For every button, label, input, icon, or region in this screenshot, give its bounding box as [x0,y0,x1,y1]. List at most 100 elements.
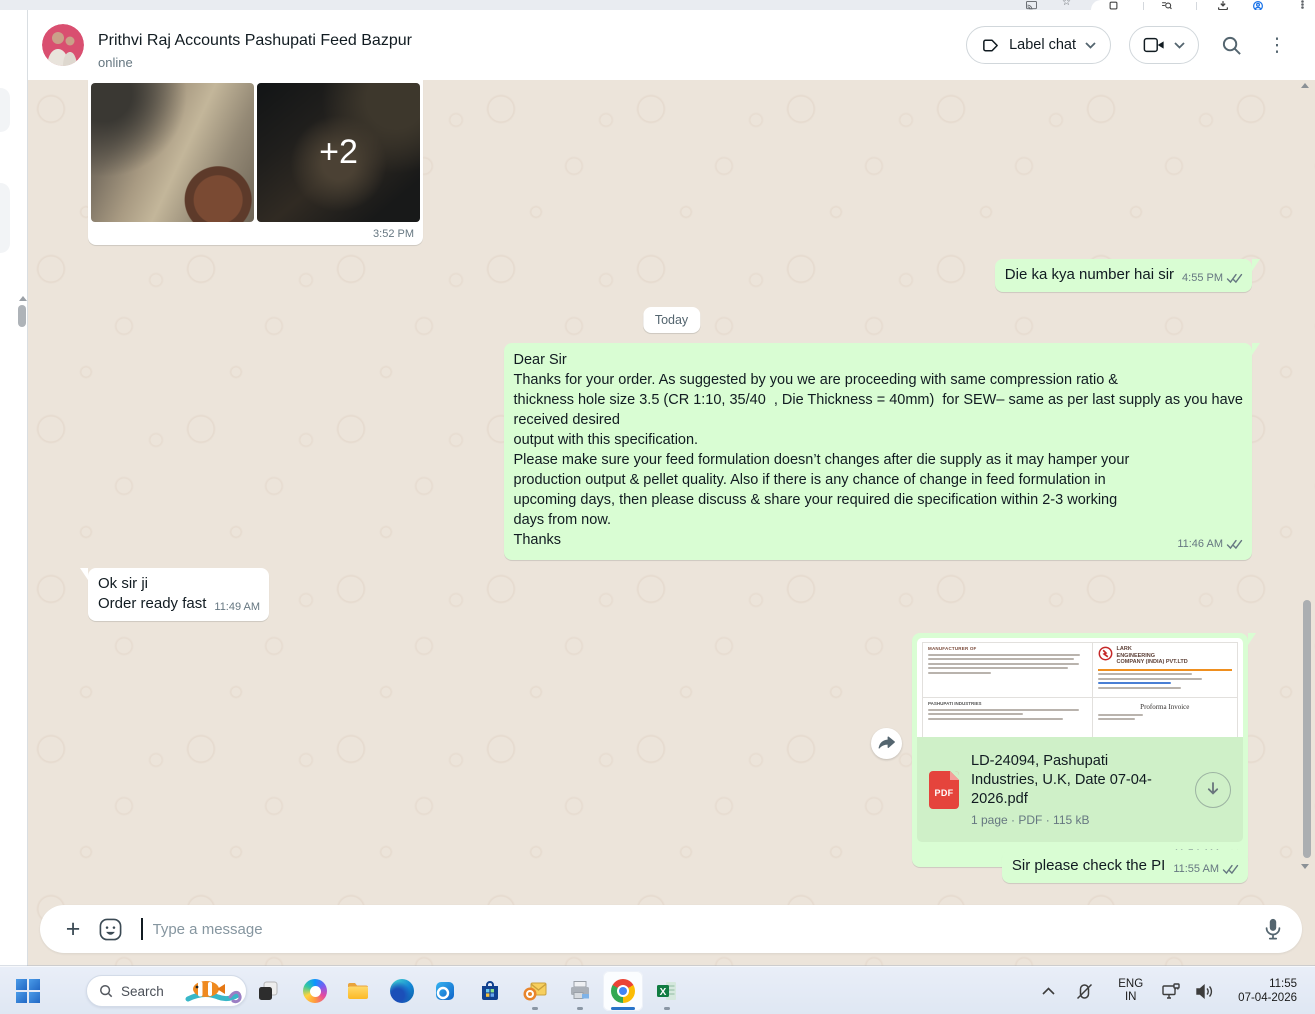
pdf-file-row[interactable]: PDF LD-24094, Pashupati Industries, U.K,… [917,737,1243,842]
windows-taskbar: Search X ENG IN 11:55 07-04-2026 [0,966,1315,1014]
chrome-icon [611,979,635,1003]
copilot-button[interactable] [295,971,335,1011]
outlook-classic-button[interactable] [515,971,555,1011]
label-chat-button[interactable]: Label chat [966,26,1111,64]
preview-doc-title: Proforma Invoice [1140,703,1190,712]
chatlist-item-partial[interactable] [0,183,10,253]
photo-thumbnail-1[interactable] [91,83,254,222]
message-text: Sir please check the PI [1011,857,1166,874]
excel-button[interactable]: X [647,971,687,1011]
contact-name[interactable]: Prithvi Raj Accounts Pashupati Feed Bazp… [98,32,412,50]
tray-mouse-disabled[interactable] [1063,971,1106,1011]
tray-chevron-up[interactable] [1034,971,1063,1011]
lark-logo [1098,646,1112,661]
chrome-button-active[interactable] [603,971,643,1011]
running-indicator [577,1007,583,1010]
message-time: 11:49 AM [214,601,261,613]
pdf-message-bubble[interactable]: MANUFACTURER OF LARK ENGINEERING COMPANY… [871,633,1256,867]
presence-status: online [98,55,133,70]
language-code: ENG [1118,978,1144,990]
message-time: 3:52 PM [373,228,414,240]
running-indicator [532,1007,538,1010]
preview-company-name: LARK ENGINEERING COMPANY (INDIA) PVT.LTD [1116,646,1188,665]
active-window-indicator [611,1007,635,1010]
pdf-file-icon: PDF [929,770,959,809]
photo-message-bubble[interactable]: +2 3:52 PM [88,80,423,245]
voice-message-button[interactable] [1262,917,1284,941]
pdf-filename: LD-24094, Pashupati Industries, U.K, Dat… [971,753,1152,807]
ms-store-button[interactable] [470,971,510,1011]
printer-button[interactable] [560,971,600,1011]
start-button[interactable] [8,971,48,1011]
message-bubble-incoming[interactable]: Ok sir ji Order ready fast 11:49 AM [79,568,270,621]
message-bubble-outgoing[interactable]: Dear Sir Thanks for your order. As sugge… [503,343,1260,560]
search-in-chat-button[interactable] [1217,31,1245,59]
tray-network[interactable] [1155,971,1187,1011]
download-button[interactable] [1195,771,1231,808]
edge-icon [390,979,414,1003]
taskbar-search-box[interactable]: Search [86,975,247,1007]
chatlist-item-partial[interactable] [0,88,10,132]
message-composer: + [40,905,1302,953]
chat-scrollbar-thumb[interactable] [1303,600,1311,858]
emoji-sticker-button[interactable] [98,917,123,942]
file-explorer-icon [348,983,368,999]
search-highlight-fish-art [185,981,242,1004]
outlook-new-button[interactable] [425,971,465,1011]
delivered-ticks-icon [1226,273,1243,284]
message-input[interactable] [152,920,1252,938]
task-view-button[interactable] [248,971,288,1011]
tray-volume[interactable] [1187,971,1222,1011]
tray-language-switcher[interactable]: ENG IN [1106,971,1155,1011]
photo-thumbnail-2[interactable]: +2 [257,83,420,222]
cast-icon[interactable] [1026,1,1037,10]
pdf-badge: PDF [934,787,954,798]
download-tray-icon[interactable] [1218,1,1228,10]
chat-menu-button[interactable]: ⋮ [1263,31,1291,59]
chat-scroll-up-arrow[interactable] [1301,83,1309,88]
excel-icon: X [657,982,676,1000]
message-bubble-outgoing[interactable]: Sir please check the PI 11:55 AM [1001,850,1248,883]
label-chat-text: Label chat [1009,37,1076,53]
tab-square-icon[interactable] [1109,1,1118,10]
message-bubble-outgoing[interactable]: Die ka kya number hai sir 4:55 PM [994,259,1261,292]
pdf-preview[interactable]: MANUFACTURER OF LARK ENGINEERING COMPANY… [917,638,1243,737]
message-text: Die ka kya number hai sir [1004,266,1175,283]
chat-header: Prithvi Raj Accounts Pashupati Feed Bazp… [28,10,1315,80]
edge-button[interactable] [382,971,422,1011]
tray-clock[interactable]: 11:55 07-04-2026 [1222,971,1307,1011]
browser-profile-icon[interactable] [1253,1,1263,10]
browser-menu-icon[interactable] [1301,0,1304,9]
outlook-new-icon [436,982,454,1000]
chatlist-scrollbar-thumb[interactable] [18,305,26,327]
search-icon [1222,36,1241,55]
video-call-button[interactable] [1129,26,1199,64]
chatlist-scroll-up-arrow[interactable] [19,296,27,301]
browser-toolbar-strip: ☆ [0,0,1315,10]
svg-text:X: X [660,987,667,998]
attach-plus-button[interactable]: + [58,916,88,942]
mouse-slash-icon [1077,983,1093,999]
chat-scroll-down-arrow[interactable] [1301,864,1309,869]
forward-message-button[interactable] [871,728,902,759]
message-time: 4:55 PM [1182,272,1223,284]
forward-arrow-icon [878,736,895,749]
file-explorer-button[interactable] [338,971,378,1011]
more-photos-overlay[interactable]: +2 [257,83,420,222]
preview-party-name: PASHUPATI INDUSTRIES [928,701,982,707]
tab-search-icon[interactable] [1161,1,1172,10]
delivered-ticks-icon [1226,539,1243,550]
message-time: 11:55 AM [1173,863,1219,875]
speaker-icon [1196,983,1213,999]
label-tag-icon [983,39,998,51]
delivered-ticks-icon [1222,864,1239,875]
printer-icon [571,981,589,999]
preview-manufacturer-heading: MANUFACTURER OF [928,646,977,651]
chevron-down-icon [1085,41,1096,49]
video-camera-icon [1143,37,1164,53]
message-text: Ok sir ji Order ready fast [98,575,207,612]
bookmark-star-icon[interactable]: ☆ [1062,0,1071,8]
sticker-smiley-icon [99,918,122,940]
contact-avatar[interactable] [42,24,84,66]
network-icon [1162,983,1180,999]
